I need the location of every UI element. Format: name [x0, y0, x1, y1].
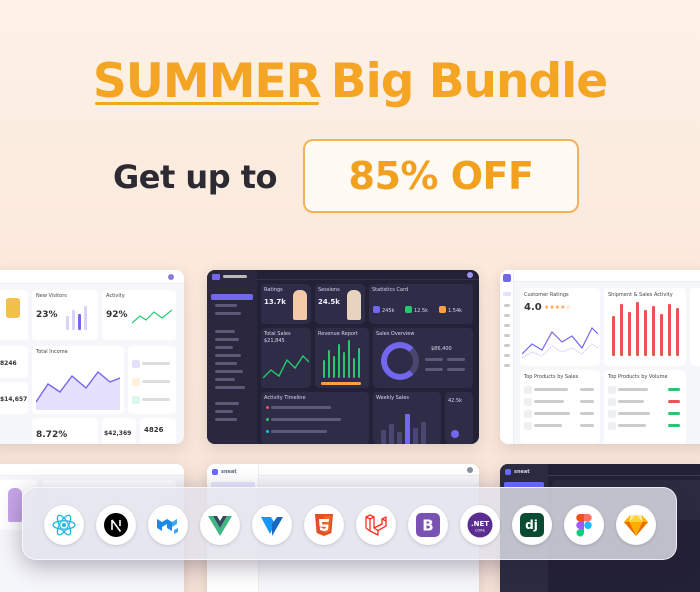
discount-badge: 85% OFF — [303, 139, 579, 213]
headline: SUMMER Big Bundle — [0, 52, 700, 112]
react-icon — [52, 514, 76, 536]
tech-mui — [148, 505, 188, 545]
tech-vuetify — [252, 505, 292, 545]
dashboard-preview-top-middle: Ratings 13.7k Sessions 24.5k Statistics … — [207, 270, 479, 444]
svg-text:.NET: .NET — [471, 520, 489, 528]
tech-react — [44, 505, 84, 545]
tech-dotnet: .NET CORE — [460, 505, 500, 545]
dashboard-preview-top-left: New Visitors 23% Activity 92% 8246 $14,6… — [0, 270, 184, 444]
headline-rest: Big Bundle — [330, 54, 608, 109]
technology-tray: B .NET CORE dj — [22, 487, 677, 560]
tech-vue — [200, 505, 240, 545]
subline-text: Get up to — [113, 158, 278, 196]
laravel-icon — [365, 514, 387, 536]
logo-icon — [505, 469, 511, 475]
nextjs-icon — [104, 513, 128, 537]
logo-icon — [212, 469, 218, 475]
logo-icon — [212, 274, 220, 280]
tech-django: dj — [512, 505, 552, 545]
discount-text: 85% OFF — [348, 154, 534, 198]
vue-icon — [208, 516, 232, 536]
svg-text:CORE: CORE — [475, 529, 485, 533]
sketch-icon — [624, 515, 648, 536]
svg-text:dj: dj — [525, 518, 538, 532]
logo-icon — [503, 274, 511, 282]
bootstrap-icon: B — [416, 513, 440, 537]
django-icon: dj — [520, 513, 544, 537]
tech-nextjs — [96, 505, 136, 545]
html5-icon — [315, 514, 333, 536]
avatar — [168, 274, 174, 280]
tech-html5 — [304, 505, 344, 545]
subline: Get up to — [113, 140, 278, 214]
tech-bootstrap: B — [408, 505, 448, 545]
avatar — [467, 272, 473, 278]
headline-accent: SUMMER — [92, 54, 322, 109]
avatar — [467, 467, 473, 473]
mui-icon — [157, 519, 178, 534]
vuetify-icon — [261, 517, 283, 536]
tech-figma — [564, 505, 604, 545]
tech-laravel — [356, 505, 396, 545]
tech-sketch — [616, 505, 656, 545]
dashboard-preview-top-right: Customer Ratings 4.0 ★★★★☆ Shipment & Sa… — [500, 270, 700, 444]
svg-text:B: B — [422, 517, 433, 535]
dotnet-icon: .NET CORE — [467, 512, 493, 538]
figma-icon — [576, 514, 592, 537]
